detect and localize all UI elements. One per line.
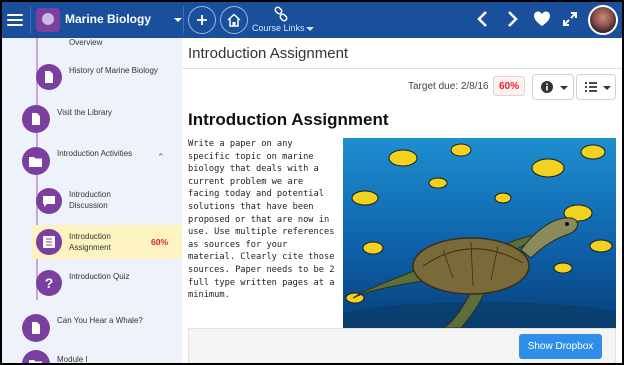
top-navigation-bar: Marine Biology Course Links: [2, 2, 622, 38]
sidebar-item-label: Introduction Discussion: [69, 190, 111, 210]
sidebar-item-introduction-quiz[interactable]: ? Introduction Quiz: [2, 264, 182, 298]
sidebar-item-label: Introduction Activities: [57, 149, 133, 158]
view-options-dropdown-button[interactable]: [576, 74, 616, 100]
sidebar-item-label: Module I: [57, 355, 88, 363]
course-avatar-icon: [36, 8, 60, 32]
assignment-heading: Introduction Assignment: [188, 110, 389, 129]
quiz-icon: ?: [36, 270, 62, 296]
plus-icon: [197, 15, 207, 25]
page-title: Introduction Assignment: [188, 45, 349, 62]
score-badge: 60%: [493, 76, 525, 96]
sidebar-item-label: Overview: [69, 38, 103, 47]
link-icon: [274, 6, 288, 22]
sidebar-item-can-you-hear-a-whale[interactable]: Can You Hear a Whale?: [2, 306, 182, 342]
add-button[interactable]: [188, 6, 216, 34]
divider: [182, 68, 622, 69]
sidebar-item-label: Can You Hear a Whale?: [57, 316, 143, 325]
target-due-date: Target due: 2/8/16: [408, 81, 489, 92]
user-avatar[interactable]: [588, 5, 618, 35]
course-title: Marine Biology: [65, 12, 152, 26]
show-dropbox-button[interactable]: Show Dropbox: [519, 334, 602, 359]
previous-arrow-icon[interactable]: [476, 10, 490, 28]
sidebar-item-label: Introduction Quiz: [69, 272, 130, 281]
course-selector[interactable]: Marine Biology: [30, 6, 184, 34]
folder-icon: [22, 350, 50, 363]
sidebar-item-label: History of Marine Biology: [69, 66, 158, 75]
heart-icon[interactable]: [533, 10, 551, 28]
sidebar-item-overview[interactable]: Overview: [2, 38, 182, 52]
list-icon: [585, 82, 597, 92]
hamburger-menu-icon[interactable]: [4, 9, 26, 31]
sea-turtle-image: [343, 138, 616, 328]
sidebar-item-label: Introduction Assignment: [69, 232, 111, 252]
expand-icon[interactable]: [562, 10, 578, 28]
sidebar-item-introduction-assignment[interactable]: Introduction Assignment 60%: [32, 225, 182, 259]
sidebar-item-label: Visit the Library: [57, 108, 112, 117]
home-icon: [227, 13, 241, 27]
chevron-down-icon: [306, 27, 314, 31]
sidebar-item-module-1[interactable]: Module I: [2, 346, 182, 363]
course-outline-sidebar: Overview History of Marine Biology Visit…: [2, 38, 182, 363]
chevron-down-icon: [603, 86, 611, 90]
info-icon: [541, 81, 553, 93]
sidebar-item-introduction-activities[interactable]: Introduction Activities: [2, 144, 182, 178]
sidebar-item-introduction-discussion[interactable]: Introduction Discussion: [2, 184, 182, 218]
main-content: Introduction Assignment Target due: 2/8/…: [182, 38, 622, 363]
next-arrow-icon[interactable]: [505, 10, 519, 28]
discussion-icon: [36, 188, 62, 214]
course-links-menu[interactable]: Course Links: [250, 4, 314, 36]
score-badge: 60%: [150, 237, 168, 247]
home-button[interactable]: [220, 6, 248, 34]
assignment-icon: [36, 229, 62, 255]
course-links-label: Course Links: [252, 23, 305, 33]
chevron-down-icon: [174, 18, 182, 22]
app-window: Marine Biology Course Links Overview His…: [2, 2, 622, 363]
chevron-up-icon[interactable]: ⌃: [157, 152, 165, 163]
sidebar-item-history-of-marine-biology[interactable]: History of Marine Biology: [2, 60, 182, 94]
document-icon: [36, 64, 62, 90]
document-icon: [22, 105, 50, 133]
info-dropdown-button[interactable]: [532, 74, 574, 100]
chevron-down-icon: [560, 86, 568, 90]
assignment-description: Write a paper on any specific topic on m…: [188, 139, 335, 301]
sidebar-item-visit-the-library[interactable]: Visit the Library: [2, 102, 182, 134]
document-icon: [22, 314, 50, 342]
folder-icon: [22, 147, 50, 175]
